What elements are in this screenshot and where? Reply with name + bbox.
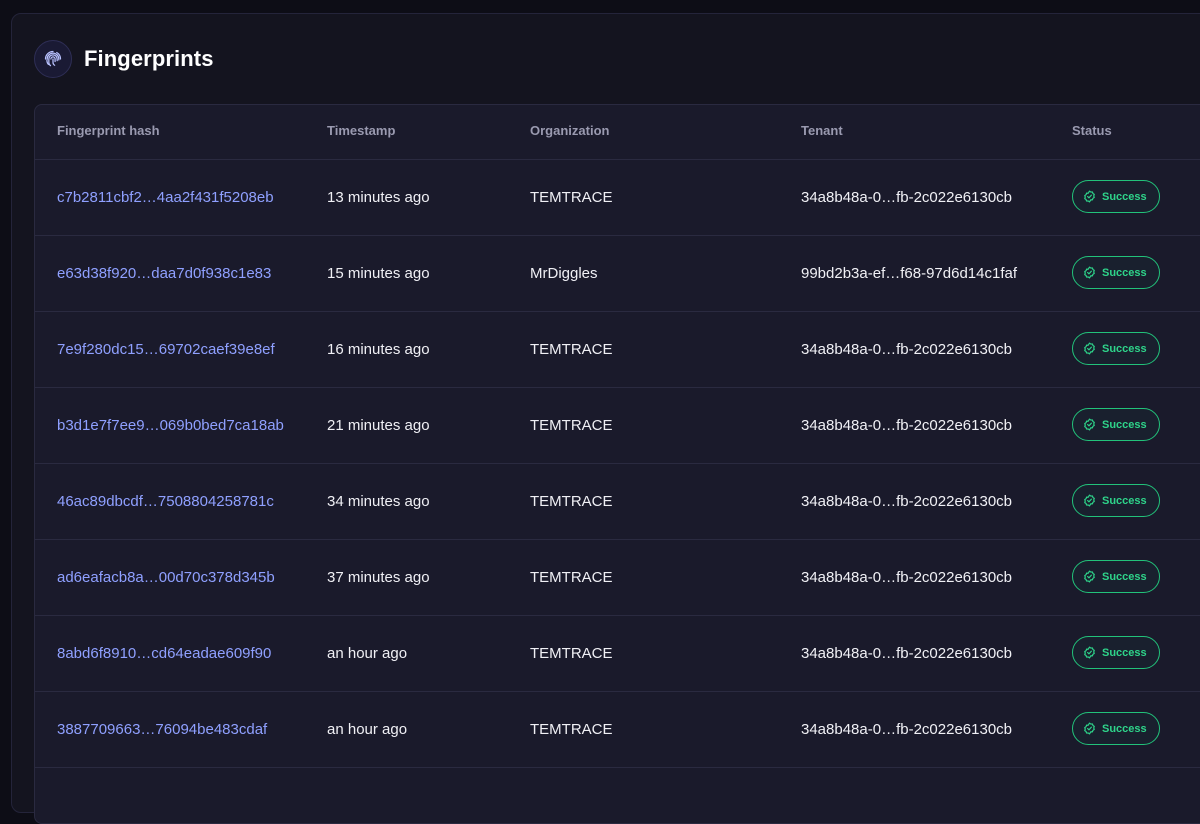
tenant-cell: 34a8b48a-0…fb-2c022e6130cb — [801, 493, 1013, 510]
shield-check-icon — [1083, 190, 1096, 203]
status-badge: Success — [1072, 180, 1160, 213]
fingerprint-hash-link[interactable]: 3887709663…76094be483cdaf — [57, 692, 267, 767]
organization-cell: TEMTRACE — [530, 493, 613, 510]
organization-cell: TEMTRACE — [530, 341, 613, 358]
organization-cell: TEMTRACE — [530, 721, 613, 738]
timestamp-cell: 34 minutes ago — [327, 493, 430, 510]
organization-cell: TEMTRACE — [530, 417, 613, 434]
status-badge: Success — [1072, 408, 1160, 441]
table-body: c7b2811cbf2…4aa2f431f5208eb 13 minutes a… — [35, 160, 1200, 768]
timestamp-cell: 15 minutes ago — [327, 265, 430, 282]
shield-check-icon — [1083, 646, 1096, 659]
panel-header: Fingerprints — [34, 40, 214, 78]
table-row[interactable]: 3887709663…76094be483cdaf an hour ago TE… — [35, 692, 1200, 768]
shield-check-icon — [1083, 418, 1096, 431]
timestamp-cell: 13 minutes ago — [327, 189, 430, 206]
fingerprint-hash-link[interactable]: e63d38f920…daa7d0f938c1e83 — [57, 236, 271, 311]
column-header-tenant[interactable]: Tenant — [801, 105, 843, 159]
status-badge: Success — [1072, 484, 1160, 517]
fingerprint-icon — [34, 40, 72, 78]
fingerprint-hash-link[interactable]: b3d1e7f7ee9…069b0bed7ca18ab — [57, 388, 284, 463]
tenant-cell: 34a8b48a-0…fb-2c022e6130cb — [801, 645, 1013, 662]
tenant-cell: 99bd2b3a-ef…f68-97d6d14c1faf — [801, 265, 1018, 282]
fingerprint-hash-link[interactable]: 8abd6f8910…cd64eadae609f90 — [57, 616, 271, 691]
timestamp-cell: 37 minutes ago — [327, 569, 430, 586]
status-label: Success — [1102, 190, 1147, 203]
tenant-cell: 34a8b48a-0…fb-2c022e6130cb — [801, 341, 1013, 358]
status-label: Success — [1102, 494, 1147, 507]
tenant-cell: 34a8b48a-0…fb-2c022e6130cb — [801, 721, 1013, 738]
table-header: Fingerprint hash Timestamp Organization … — [35, 105, 1200, 160]
status-badge: Success — [1072, 256, 1160, 289]
fingerprint-hash-link[interactable]: 46ac89dbcdf…7508804258781c — [57, 464, 274, 539]
column-header-status[interactable]: Status — [1072, 105, 1112, 159]
timestamp-cell: 16 minutes ago — [327, 341, 430, 358]
organization-cell: TEMTRACE — [530, 645, 613, 662]
status-badge: Success — [1072, 636, 1160, 669]
status-label: Success — [1102, 570, 1147, 583]
tenant-cell: 34a8b48a-0…fb-2c022e6130cb — [801, 417, 1013, 434]
fingerprints-table: Fingerprint hash Timestamp Organization … — [34, 104, 1200, 824]
organization-cell: TEMTRACE — [530, 569, 613, 586]
shield-check-icon — [1083, 570, 1096, 583]
table-row[interactable]: 46ac89dbcdf…7508804258781c 34 minutes ag… — [35, 464, 1200, 540]
status-badge: Success — [1072, 712, 1160, 745]
status-badge: Success — [1072, 332, 1160, 365]
shield-check-icon — [1083, 722, 1096, 735]
fingerprint-hash-link[interactable]: c7b2811cbf2…4aa2f431f5208eb — [57, 160, 274, 235]
status-label: Success — [1102, 266, 1147, 279]
timestamp-cell: 21 minutes ago — [327, 417, 430, 434]
tenant-cell: 34a8b48a-0…fb-2c022e6130cb — [801, 189, 1013, 206]
status-label: Success — [1102, 418, 1147, 431]
shield-check-icon — [1083, 494, 1096, 507]
table-row[interactable]: b3d1e7f7ee9…069b0bed7ca18ab 21 minutes a… — [35, 388, 1200, 464]
table-row[interactable]: ad6eafacb8a…00d70c378d345b 37 minutes ag… — [35, 540, 1200, 616]
column-header-organization[interactable]: Organization — [530, 105, 609, 159]
table-row[interactable]: 8abd6f8910…cd64eadae609f90 an hour ago T… — [35, 616, 1200, 692]
shield-check-icon — [1083, 342, 1096, 355]
column-header-hash[interactable]: Fingerprint hash — [57, 105, 160, 159]
column-header-timestamp[interactable]: Timestamp — [327, 105, 395, 159]
status-label: Success — [1102, 722, 1147, 735]
timestamp-cell: an hour ago — [327, 645, 408, 662]
fingerprints-panel: Fingerprints Fingerprint hash Timestamp … — [11, 13, 1200, 824]
status-label: Success — [1102, 646, 1147, 659]
shield-check-icon — [1083, 266, 1096, 279]
timestamp-cell: an hour ago — [327, 721, 408, 738]
status-badge: Success — [1072, 560, 1160, 593]
fingerprint-hash-link[interactable]: ad6eafacb8a…00d70c378d345b — [57, 540, 275, 615]
status-label: Success — [1102, 342, 1147, 355]
table-row[interactable]: 7e9f280dc15…69702caef39e8ef 16 minutes a… — [35, 312, 1200, 388]
table-row[interactable]: e63d38f920…daa7d0f938c1e83 15 minutes ag… — [35, 236, 1200, 312]
table-row[interactable]: c7b2811cbf2…4aa2f431f5208eb 13 minutes a… — [35, 160, 1200, 236]
organization-cell: TEMTRACE — [530, 189, 613, 206]
page-title: Fingerprints — [84, 46, 214, 71]
fingerprint-hash-link[interactable]: 7e9f280dc15…69702caef39e8ef — [57, 312, 275, 387]
tenant-cell: 34a8b48a-0…fb-2c022e6130cb — [801, 569, 1013, 586]
organization-cell: MrDiggles — [530, 265, 598, 282]
